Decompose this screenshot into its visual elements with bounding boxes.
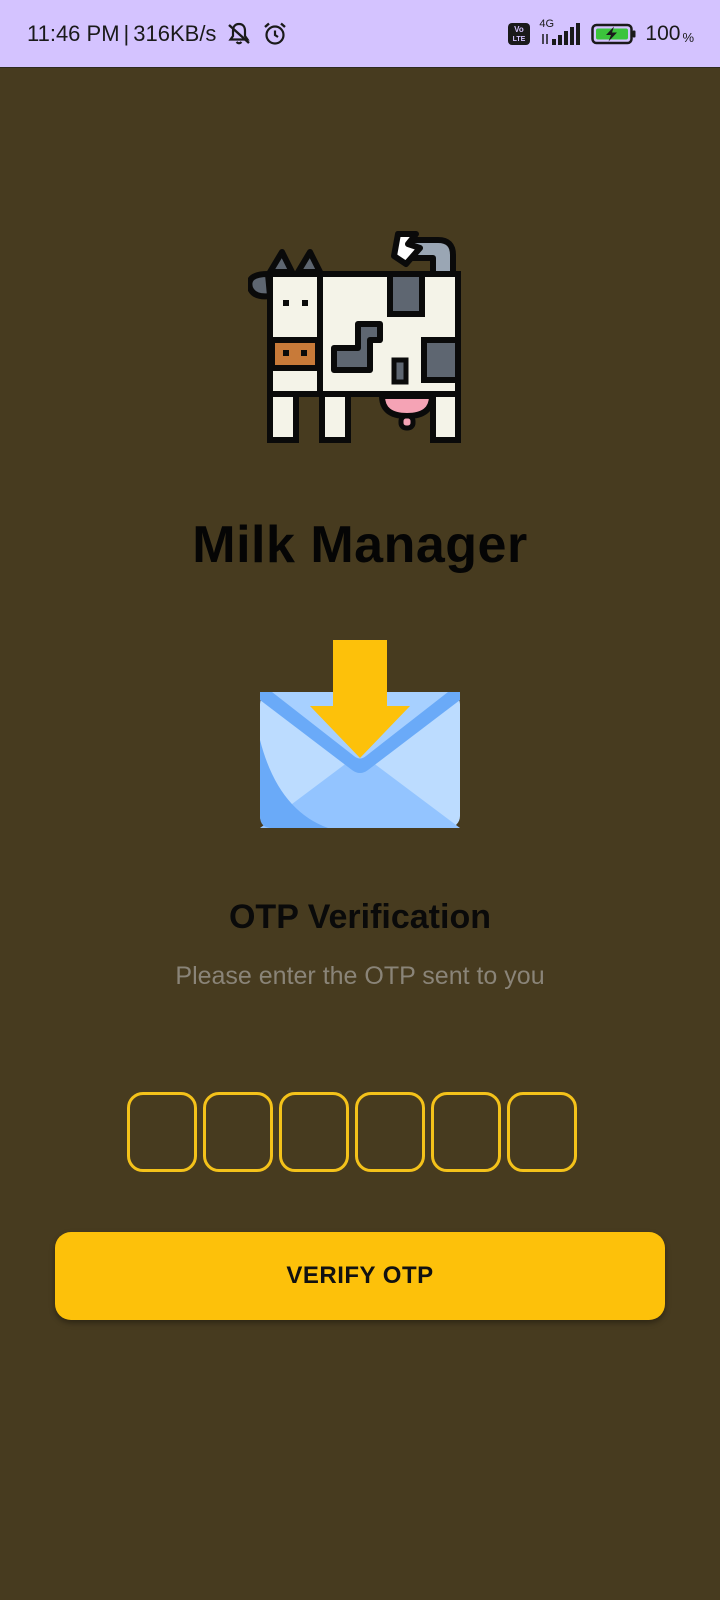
bell-off-icon [226,21,252,47]
status-time: 11:46 PM [27,21,120,46]
otp-title: OTP Verification [228,898,491,936]
mail-download-icon [258,640,464,830]
cow-icon [246,230,472,454]
status-bar: 11:46 PM | 316KB/s Vo LTE 4G 100 % [0,0,720,68]
svg-text:LTE: LTE [513,36,526,43]
otp-digit-input-6[interactable] [507,1092,577,1172]
app-title: Milk Manager [192,516,528,574]
status-bar-right: Vo LTE 4G 100 % [507,0,694,68]
status-separator: | [123,21,130,46]
otp-subtitle: Please enter the OTP sent to you [175,962,545,990]
verify-otp-button[interactable]: VERIFY OTP [55,1232,665,1320]
otp-digit-input-1[interactable] [127,1092,197,1172]
otp-digit-input-2[interactable] [203,1092,273,1172]
status-bar-left: 11:46 PM | 316KB/s [27,0,288,68]
svg-text:Vo: Vo [515,25,525,34]
otp-digit-input-5[interactable] [431,1092,501,1172]
status-speed: 316KB/s [133,21,217,46]
otp-digit-input-3[interactable] [279,1092,349,1172]
otp-input-group [127,1092,577,1172]
volte-icon: Vo LTE [507,22,531,46]
battery-percent-symbol: % [682,29,694,45]
signal-icon: 4G [539,18,583,48]
alarm-icon [262,21,288,47]
battery-charging-icon [591,22,637,46]
battery-percent: 100 [645,22,681,45]
otp-digit-input-4[interactable] [355,1092,425,1172]
verify-otp-button-label: VERIFY OTP [286,1262,434,1289]
